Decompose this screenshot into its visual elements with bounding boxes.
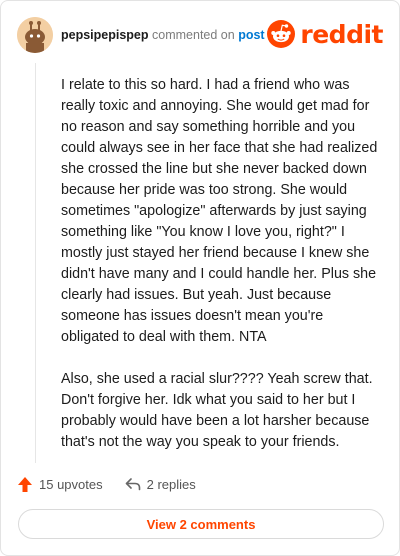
comment-paragraph: Also, she used a racial slur???? Yeah sc… (61, 371, 373, 450)
comment-actions: 15 upvotes 2 replies (17, 473, 196, 495)
comment-header: pepsipepispep commented on post reddit (17, 15, 385, 55)
reply-count: 2 replies (146, 476, 196, 492)
upvote-count: 15 upvotes (39, 476, 103, 492)
comment-paragraph: I relate to this so hard. I had a friend… (61, 77, 378, 345)
comment-card: pepsipepispep commented on post reddit I… (0, 0, 400, 556)
avatar[interactable] (17, 17, 53, 53)
comment-body: I relate to this so hard. I had a friend… (61, 75, 379, 474)
replies-button[interactable]: 2 replies (125, 477, 196, 492)
reddit-wordmark: reddit (300, 19, 383, 49)
reddit-logo[interactable]: reddit (267, 19, 383, 49)
reddit-snoo-icon (267, 20, 296, 48)
reply-arrow-icon (125, 478, 140, 491)
username[interactable]: pepsipepispep (61, 28, 149, 42)
commented-on-text: commented on (152, 28, 235, 42)
upvote-arrow-icon (18, 476, 32, 492)
post-link[interactable]: post (238, 28, 264, 42)
thread-line[interactable] (35, 63, 36, 463)
comment-meta: pepsipepispep commented on post (61, 28, 265, 42)
view-comments-button[interactable]: View 2 comments (18, 509, 384, 539)
avatar-image (17, 17, 53, 53)
upvote-button[interactable]: 15 upvotes (17, 476, 103, 493)
